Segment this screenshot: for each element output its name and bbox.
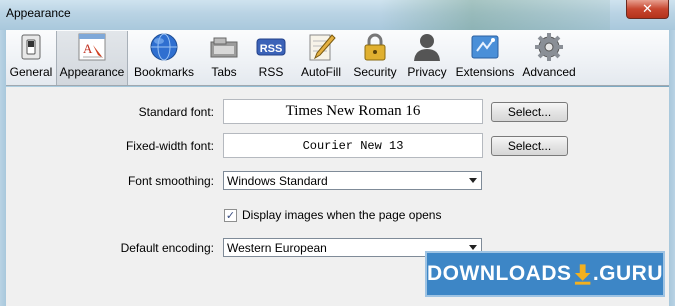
title-bar: Appearance ✕ xyxy=(0,0,675,30)
close-button[interactable]: ✕ xyxy=(626,0,669,19)
tab-tabs-label: Tabs xyxy=(211,65,237,79)
tab-tabs[interactable]: Tabs xyxy=(200,31,248,85)
globe-icon xyxy=(150,33,178,61)
tab-extensions[interactable]: Extensions xyxy=(452,31,518,85)
tab-bookmarks-label: Bookmarks xyxy=(133,65,195,79)
preferences-toolbar: General A Appearance Bookmarks Tabs RSS … xyxy=(6,30,669,86)
font-smoothing-select[interactable]: Windows Standard xyxy=(223,171,482,190)
download-arrow-icon xyxy=(574,264,590,285)
watermark-text-right: .GURU xyxy=(592,262,663,285)
tab-bookmarks[interactable]: Bookmarks xyxy=(128,31,200,85)
tab-general-label: General xyxy=(9,65,53,79)
person-silhouette-icon xyxy=(414,34,440,61)
svg-text:A: A xyxy=(83,41,93,56)
standard-font-select-label: Select... xyxy=(507,105,552,119)
tab-autofill-label: AutoFill xyxy=(300,65,341,79)
fixed-font-row: Fixed-width font: Courier New 13 Select.… xyxy=(6,133,669,160)
general-switch-icon xyxy=(21,34,41,60)
fixed-font-label: Fixed-width font: xyxy=(125,139,214,153)
watermark-text-left: DOWNLOADS xyxy=(427,262,572,285)
window-title: Appearance xyxy=(6,6,71,20)
font-smoothing-value: Windows Standard xyxy=(227,173,328,188)
tab-security-label: Security xyxy=(353,65,397,79)
tabs-icon xyxy=(210,37,238,58)
checkmark-icon: ✓ xyxy=(225,209,236,222)
display-images-checkbox[interactable]: ✓ xyxy=(224,208,237,222)
font-smoothing-row: Font smoothing: Windows Standard xyxy=(6,171,669,191)
tab-advanced[interactable]: Advanced xyxy=(518,31,580,85)
tab-advanced-label: Advanced xyxy=(522,65,576,79)
default-encoding-label: Default encoding: xyxy=(120,241,214,255)
standard-font-value: Times New Roman 16 xyxy=(285,103,421,119)
close-icon: ✕ xyxy=(642,1,653,16)
default-encoding-value: Western European xyxy=(227,240,327,255)
title-bar-background xyxy=(380,0,610,30)
autofill-pencil-icon xyxy=(309,34,336,61)
tab-security[interactable]: Security xyxy=(348,31,402,85)
fixed-font-select-label: Select... xyxy=(507,139,552,153)
tab-rss-label: RSS xyxy=(258,65,284,79)
fixed-font-field: Courier New 13 xyxy=(223,133,483,158)
window-frame-right xyxy=(669,30,675,306)
chevron-down-icon xyxy=(469,245,477,250)
downloads-guru-watermark: DOWNLOADS .GURU xyxy=(425,251,665,297)
extensions-icon xyxy=(471,35,499,59)
tab-rss[interactable]: RSS RSS xyxy=(248,31,294,85)
standard-font-label: Standard font: xyxy=(138,105,214,119)
chevron-down-icon xyxy=(469,178,477,183)
tab-privacy-label: Privacy xyxy=(407,65,447,79)
standard-font-field: Times New Roman 16 xyxy=(223,99,483,124)
display-images-row: ✓ Display images when the page opens xyxy=(224,207,441,223)
svg-text:RSS: RSS xyxy=(260,43,283,55)
rss-icon: RSS xyxy=(256,38,286,56)
standard-font-row: Standard font: Times New Roman 16 Select… xyxy=(6,99,669,126)
tab-autofill[interactable]: AutoFill xyxy=(294,31,348,85)
fixed-font-value: Courier New 13 xyxy=(302,138,404,153)
display-images-label: Display images when the page opens xyxy=(242,208,442,222)
tab-general[interactable]: General xyxy=(6,31,56,85)
tab-extensions-label: Extensions xyxy=(455,65,515,79)
tab-appearance-label: Appearance xyxy=(59,65,125,79)
fixed-font-select-button[interactable]: Select... xyxy=(491,136,568,156)
appearance-icon: A xyxy=(78,33,106,61)
font-smoothing-label: Font smoothing: xyxy=(127,174,214,188)
standard-font-select-button[interactable]: Select... xyxy=(491,102,568,122)
tab-appearance[interactable]: A Appearance xyxy=(56,31,128,85)
gear-icon xyxy=(535,33,563,61)
tab-privacy[interactable]: Privacy xyxy=(402,31,452,85)
lock-icon xyxy=(364,33,386,61)
